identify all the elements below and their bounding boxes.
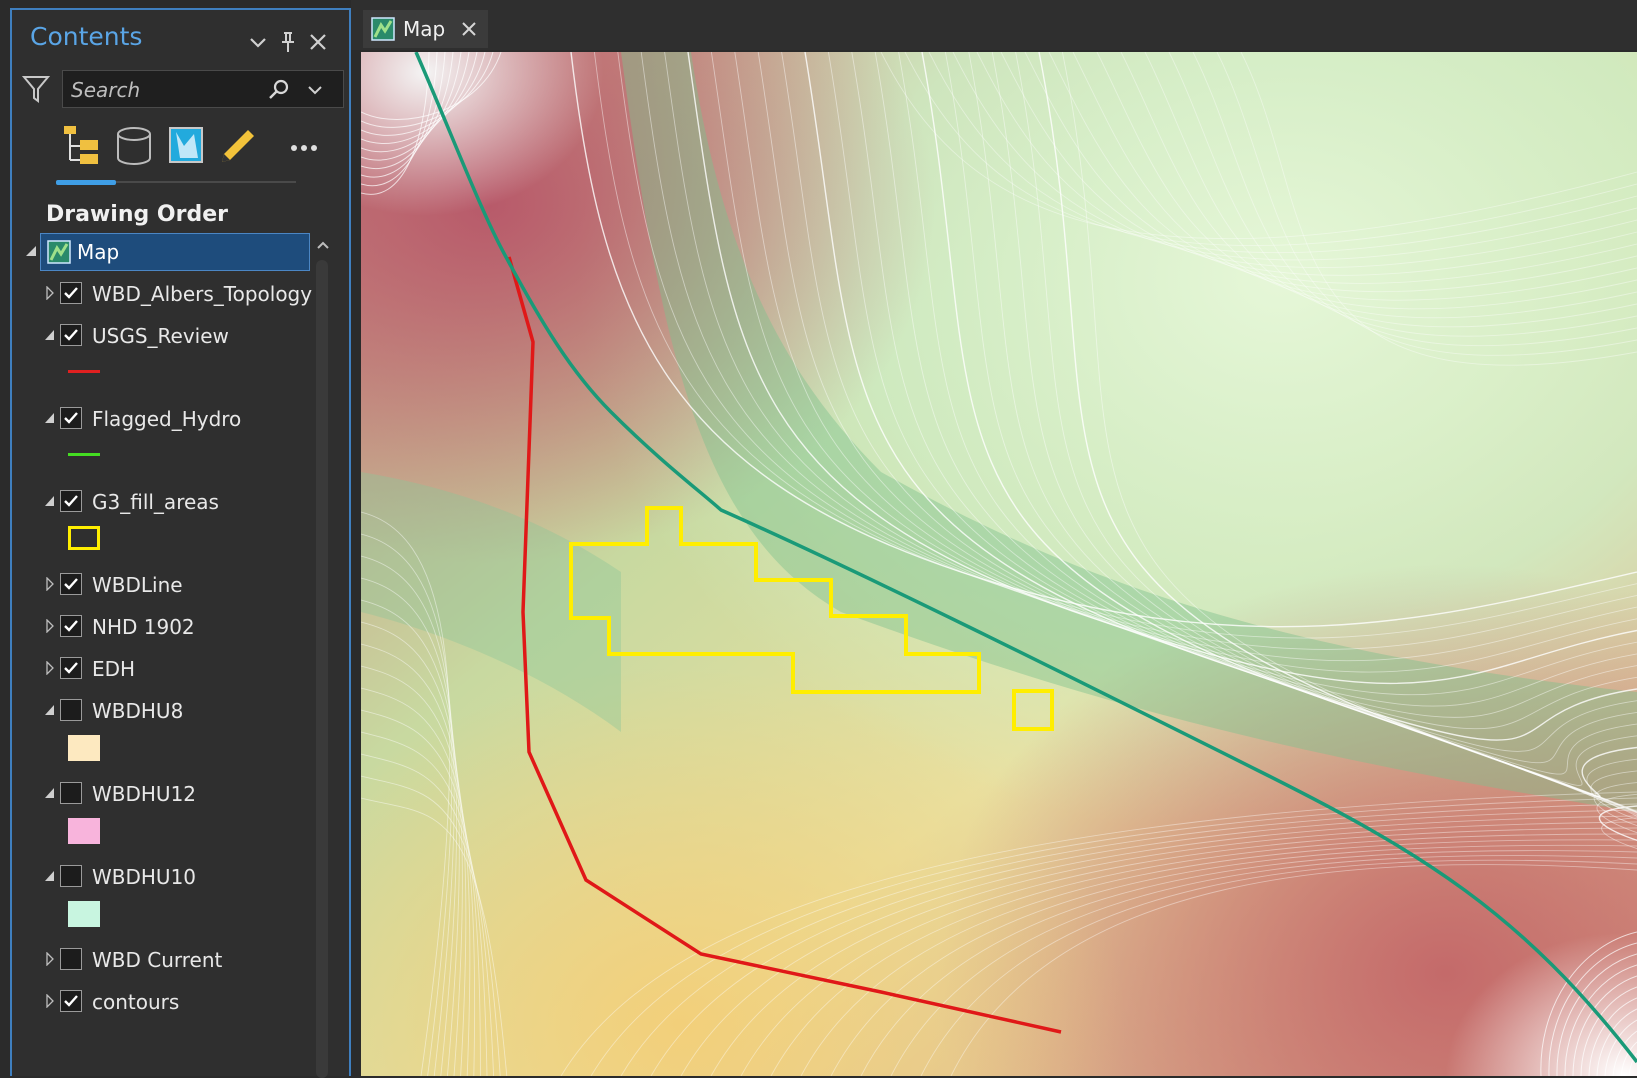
layer-symbol[interactable]	[68, 901, 100, 927]
expand-arrow-icon[interactable]	[44, 286, 56, 300]
layer-visibility-checkbox[interactable]	[60, 407, 82, 429]
expand-arrow-icon[interactable]	[44, 577, 56, 591]
layer-row[interactable]: WBD Current	[12, 940, 312, 980]
layer-row[interactable]: EDH	[12, 649, 312, 689]
map-view[interactable]	[361, 52, 1637, 1076]
checkmark-icon	[64, 495, 78, 507]
search-input[interactable]	[69, 74, 263, 106]
layer-name: WBD Current	[92, 948, 223, 972]
chevron-down-icon[interactable]	[305, 80, 325, 100]
map-icon	[47, 240, 71, 264]
layer-name: WBDHU8	[92, 699, 184, 723]
layer-name: G3_fill_areas	[92, 490, 219, 514]
layer-visibility-checkbox[interactable]	[60, 573, 82, 595]
layer-row[interactable]: USGS_Review	[12, 316, 312, 356]
pin-icon[interactable]	[276, 30, 300, 54]
layer-row[interactable]: contours	[12, 982, 312, 1022]
layer-visibility-checkbox[interactable]	[60, 657, 82, 679]
layer-name: WBD_Albers_Topology	[92, 282, 313, 306]
tab-bar: Map	[351, 0, 1637, 50]
layer-row[interactable]: Flagged_Hydro	[12, 399, 312, 439]
layer-row[interactable]: WBDLine	[12, 565, 312, 605]
peak-area	[361, 52, 1637, 1076]
layer-visibility-checkbox[interactable]	[60, 615, 82, 637]
layer-visibility-checkbox[interactable]	[60, 865, 82, 887]
checkmark-icon	[64, 287, 78, 299]
scroll-up-icon[interactable]	[316, 238, 330, 252]
layer-name: WBDHU12	[92, 782, 197, 806]
checkmark-icon	[64, 329, 78, 341]
collapse-arrow-icon[interactable]	[44, 703, 56, 717]
layer-row[interactable]: G3_fill_areas	[12, 482, 312, 522]
expand-arrow-icon[interactable]	[44, 952, 56, 966]
map-canvas[interactable]	[361, 52, 1637, 1076]
tree-node-map[interactable]: Map	[40, 233, 310, 271]
expand-arrow-icon[interactable]	[44, 994, 56, 1008]
layer-row[interactable]: WBD_Albers_Topology	[12, 274, 312, 314]
tab-label: Map	[403, 17, 446, 41]
layer-symbol[interactable]	[68, 453, 100, 456]
checkmark-icon	[64, 578, 78, 590]
layer-symbol[interactable]	[68, 526, 100, 550]
layer-visibility-checkbox[interactable]	[60, 490, 82, 512]
layer-visibility-checkbox[interactable]	[60, 782, 82, 804]
contents-title: Contents	[30, 22, 143, 51]
layer-row[interactable]: WBDHU8	[12, 691, 312, 731]
checkmark-icon	[64, 620, 78, 632]
layer-symbol[interactable]	[68, 370, 100, 373]
layer-visibility-checkbox[interactable]	[60, 324, 82, 346]
layer-row[interactable]: WBDHU10	[12, 857, 312, 897]
layer-visibility-checkbox[interactable]	[60, 699, 82, 721]
contents-pane: Contents Search Drawing Order Map WBD_Al…	[10, 8, 351, 1078]
collapse-arrow-icon[interactable]	[44, 869, 56, 883]
tab-map[interactable]: Map	[363, 10, 488, 48]
layer-name: WBDHU10	[92, 865, 197, 889]
layer-name: WBDLine	[92, 573, 183, 597]
contents-toolbar	[46, 124, 317, 185]
layer-name: Flagged_Hydro	[92, 407, 242, 431]
more-options-icon[interactable]	[282, 124, 326, 168]
expand-arrow-icon[interactable]	[24, 244, 38, 258]
layer-symbol[interactable]	[68, 818, 100, 844]
collapse-arrow-icon[interactable]	[44, 494, 56, 508]
list-by-selection-icon[interactable]	[164, 124, 208, 168]
layer-row[interactable]: NHD 1902	[12, 607, 312, 647]
list-by-editing-icon[interactable]	[216, 124, 260, 168]
checkmark-icon	[64, 662, 78, 674]
layer-visibility-checkbox[interactable]	[60, 990, 82, 1012]
list-by-drawing-order-icon[interactable]	[60, 124, 104, 168]
layer-visibility-checkbox[interactable]	[60, 282, 82, 304]
map-icon	[371, 17, 395, 41]
scrollbar[interactable]	[316, 260, 328, 1078]
search-icon[interactable]	[267, 78, 291, 102]
expand-arrow-icon[interactable]	[44, 661, 56, 675]
expand-arrow-icon[interactable]	[44, 619, 56, 633]
layer-symbol[interactable]	[68, 735, 100, 761]
close-icon[interactable]	[459, 19, 479, 39]
layer-row[interactable]: WBDHU12	[12, 774, 312, 814]
checkmark-icon	[64, 995, 78, 1007]
section-title: Drawing Order	[46, 202, 228, 227]
chevron-down-icon[interactable]	[246, 30, 270, 54]
close-icon[interactable]	[306, 30, 330, 54]
checkmark-icon	[64, 412, 78, 424]
layer-name: USGS_Review	[92, 324, 229, 348]
layer-visibility-checkbox[interactable]	[60, 948, 82, 970]
collapse-arrow-icon[interactable]	[44, 786, 56, 800]
search-row	[20, 66, 348, 110]
active-tool-indicator	[56, 180, 116, 185]
list-by-data-source-icon[interactable]	[112, 124, 156, 168]
layer-name: contours	[92, 990, 180, 1014]
collapse-arrow-icon[interactable]	[44, 411, 56, 425]
search-box[interactable]	[62, 70, 344, 108]
collapse-arrow-icon[interactable]	[44, 328, 56, 342]
tree-node-label: Map	[77, 240, 120, 264]
layer-name: EDH	[92, 657, 136, 681]
layer-name: NHD 1902	[92, 615, 195, 639]
filter-icon[interactable]	[22, 74, 50, 104]
